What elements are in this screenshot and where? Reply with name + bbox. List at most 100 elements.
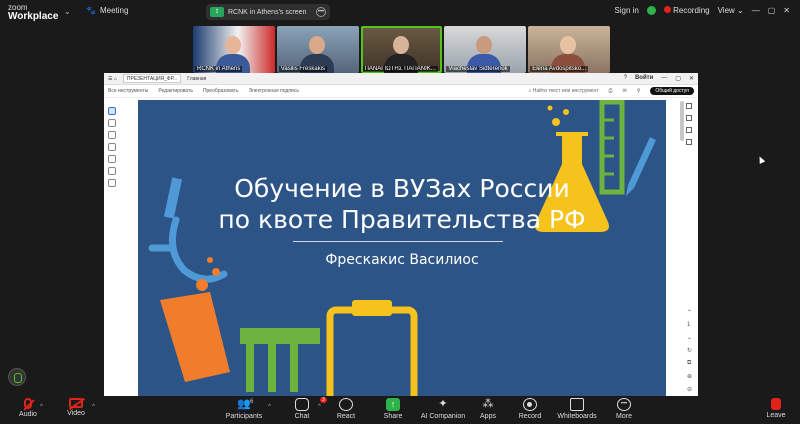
shield-icon[interactable] <box>646 6 656 15</box>
chevron-down-icon[interactable]: ⌄ <box>64 7 71 16</box>
maximize-icon[interactable]: ▢ <box>675 75 681 82</box>
mail-icon[interactable]: ✉ <box>623 88 627 94</box>
toolbar-edit[interactable]: Редактировать <box>158 88 193 94</box>
toolbar-esign[interactable]: Электронная подпись <box>248 88 299 94</box>
comment-tool-icon[interactable] <box>108 119 116 127</box>
viewer-tab[interactable]: ПРЕЗЕНТАЦИЯ_ФР... <box>122 74 182 83</box>
link-icon[interactable]: ⚲ <box>637 88 641 94</box>
ai-companion-button[interactable]: ✦ AI Companion <box>416 398 470 420</box>
draw-tool-icon[interactable] <box>108 143 116 151</box>
copy-icon[interactable]: ⧉ <box>687 360 695 367</box>
page-navigation: ⌃ 1 ⌄ ↻ ⧉ ⊕ ⊖ <box>687 309 695 393</box>
apps-label: Apps <box>480 413 496 420</box>
page-down-icon[interactable]: ⌄ <box>687 334 695 341</box>
viewer-menu[interactable]: ☰ ⌂ <box>108 76 117 82</box>
slide-divider <box>293 241 503 242</box>
share-button[interactable]: ↑ Share <box>373 398 413 420</box>
close-icon[interactable]: ✕ <box>689 75 694 82</box>
viewer-search[interactable]: ⌕ Найти текст или инструмент <box>529 88 599 94</box>
chat-button[interactable]: 3 Chat <box>282 397 327 420</box>
meeting-label: Meeting <box>99 6 129 15</box>
video-options-chevron-icon[interactable]: ^ <box>92 404 95 410</box>
highlight-tool-icon[interactable] <box>108 131 116 139</box>
view-label: View <box>717 6 735 15</box>
participant-tile[interactable]: Viacheslav Sidterenok <box>444 26 527 73</box>
participants-icon: 👥 <box>237 398 251 410</box>
record-button[interactable]: Record <box>510 398 550 420</box>
signin-link[interactable]: Sign in <box>614 6 638 15</box>
record-icon <box>523 398 537 411</box>
toolbar-all-tools[interactable]: Все инструменты <box>108 88 148 94</box>
more-tools-icon[interactable] <box>108 179 116 187</box>
brand-line2: Workplace <box>8 11 59 22</box>
help-icon[interactable]: ? <box>624 75 627 82</box>
more-button[interactable]: ••• More <box>604 398 644 420</box>
participant-tile[interactable]: Vasilis Freskakis <box>276 26 359 73</box>
participants-options-chevron-icon[interactable]: ^ <box>268 404 271 410</box>
share-screen-icon: ↑ <box>386 398 400 411</box>
vertical-scrollbar[interactable] <box>680 101 684 141</box>
shared-screen-window: ☰ ⌂ ПРЕЗЕНТАЦИЯ_ФР... Главная ? Войти — … <box>104 73 698 396</box>
top-bar: zoom Workplace ⌄ 🐾 Meeting ⇪ RCNK in Ath… <box>0 0 800 24</box>
stamp-tool-icon[interactable] <box>108 167 116 175</box>
test-tubes-icon <box>240 328 320 392</box>
audio-label: Audio <box>19 411 37 418</box>
participant-name: Vasilis Freskakis <box>278 66 328 72</box>
attachments-panel-icon[interactable] <box>686 139 692 145</box>
viewer-right-tools <box>686 103 696 145</box>
recording-status[interactable]: Recording <box>663 6 710 15</box>
leave-button[interactable]: Leave <box>756 398 796 419</box>
participant-tile[interactable]: Elena Avdospitsko... <box>528 26 610 73</box>
participant-tile[interactable]: RCNK in Athens <box>193 26 275 73</box>
participants-label: Participants <box>225 413 263 420</box>
more-options-icon[interactable]: ••• <box>316 7 326 17</box>
text-tool-icon[interactable] <box>108 155 116 163</box>
participant-tile-active-speaker[interactable]: ΠΑΝΑΓΙΩΤΗΣ ΠΑΠΑΝΙΚ... <box>360 26 443 73</box>
meeting-menu[interactable]: 🐾 Meeting <box>86 6 128 15</box>
audio-options-chevron-icon[interactable]: ^ <box>40 404 43 410</box>
minimize-icon[interactable]: — <box>661 75 667 82</box>
minimize-icon[interactable]: — <box>752 6 760 15</box>
clipboard-icon <box>326 300 418 396</box>
react-button[interactable]: React <box>326 398 366 420</box>
participants-button[interactable]: 👥 6 Participants <box>224 398 264 420</box>
share-label: Share <box>383 413 403 420</box>
viewer-new-tab[interactable]: Главная <box>187 76 206 82</box>
recording-label: Recording <box>673 6 710 15</box>
participant-name: ΠΑΝΑΓΙΩΤΗΣ ΠΑΠΑΝΙΚ... <box>362 66 438 72</box>
microphone-muted-icon <box>24 398 32 409</box>
top-right-controls: Sign in Recording View ⌄ — ▢ ✕ <box>614 6 790 15</box>
bookmark-panel-icon[interactable] <box>686 115 692 121</box>
chat-icon: 3 <box>295 397 327 411</box>
zoom-out-icon[interactable]: ⊖ <box>687 386 695 393</box>
share-screen-icon: ⇪ <box>210 7 224 17</box>
viewer-share-button[interactable]: Общий доступ <box>650 87 694 95</box>
comments-panel-icon[interactable] <box>686 103 692 109</box>
view-button[interactable]: View ⌄ <box>718 6 744 15</box>
whiteboards-button[interactable]: Whiteboards <box>553 398 601 420</box>
viewer-window-controls: ? Войти — ▢ ✕ <box>624 75 694 82</box>
apps-button[interactable]: ⁂ Apps <box>468 398 508 420</box>
close-icon[interactable]: ✕ <box>783 6 790 15</box>
meeting-controls: Audio ^ Video ^ 👥 6 Participants ^ 3 Cha… <box>0 396 800 424</box>
toolbar-convert[interactable]: Преобразовать <box>203 88 239 94</box>
chat-options-chevron-icon[interactable]: ^ <box>318 404 321 410</box>
thumbnails-panel-icon[interactable] <box>686 127 692 133</box>
page-number-icon[interactable]: 1 <box>687 322 695 328</box>
print-icon[interactable]: ⎙ <box>609 88 613 94</box>
screen-share-label: RCNK in Athens's screen <box>228 8 307 16</box>
floating-mic-icon[interactable] <box>8 368 26 386</box>
cursor-tool-icon[interactable] <box>108 107 116 115</box>
screen-share-indicator[interactable]: ⇪ RCNK in Athens's screen ••• <box>206 4 330 20</box>
maximize-icon[interactable]: ▢ <box>768 6 776 15</box>
viewer-toolbar: Все инструменты Редактировать Преобразов… <box>104 85 698 98</box>
participant-avatar <box>308 36 325 54</box>
viewer-signin[interactable]: Войти <box>635 75 653 82</box>
refresh-icon[interactable]: ↻ <box>687 347 695 354</box>
zoom-in-icon[interactable]: ⊕ <box>687 373 695 380</box>
zoom-window: zoom Workplace ⌄ 🐾 Meeting ⇪ RCNK in Ath… <box>0 0 800 424</box>
participant-name: Elena Avdospitsko... <box>530 66 589 72</box>
video-label: Video <box>67 410 85 417</box>
video-button[interactable]: Video <box>56 398 96 417</box>
page-up-icon[interactable]: ⌃ <box>687 309 695 316</box>
